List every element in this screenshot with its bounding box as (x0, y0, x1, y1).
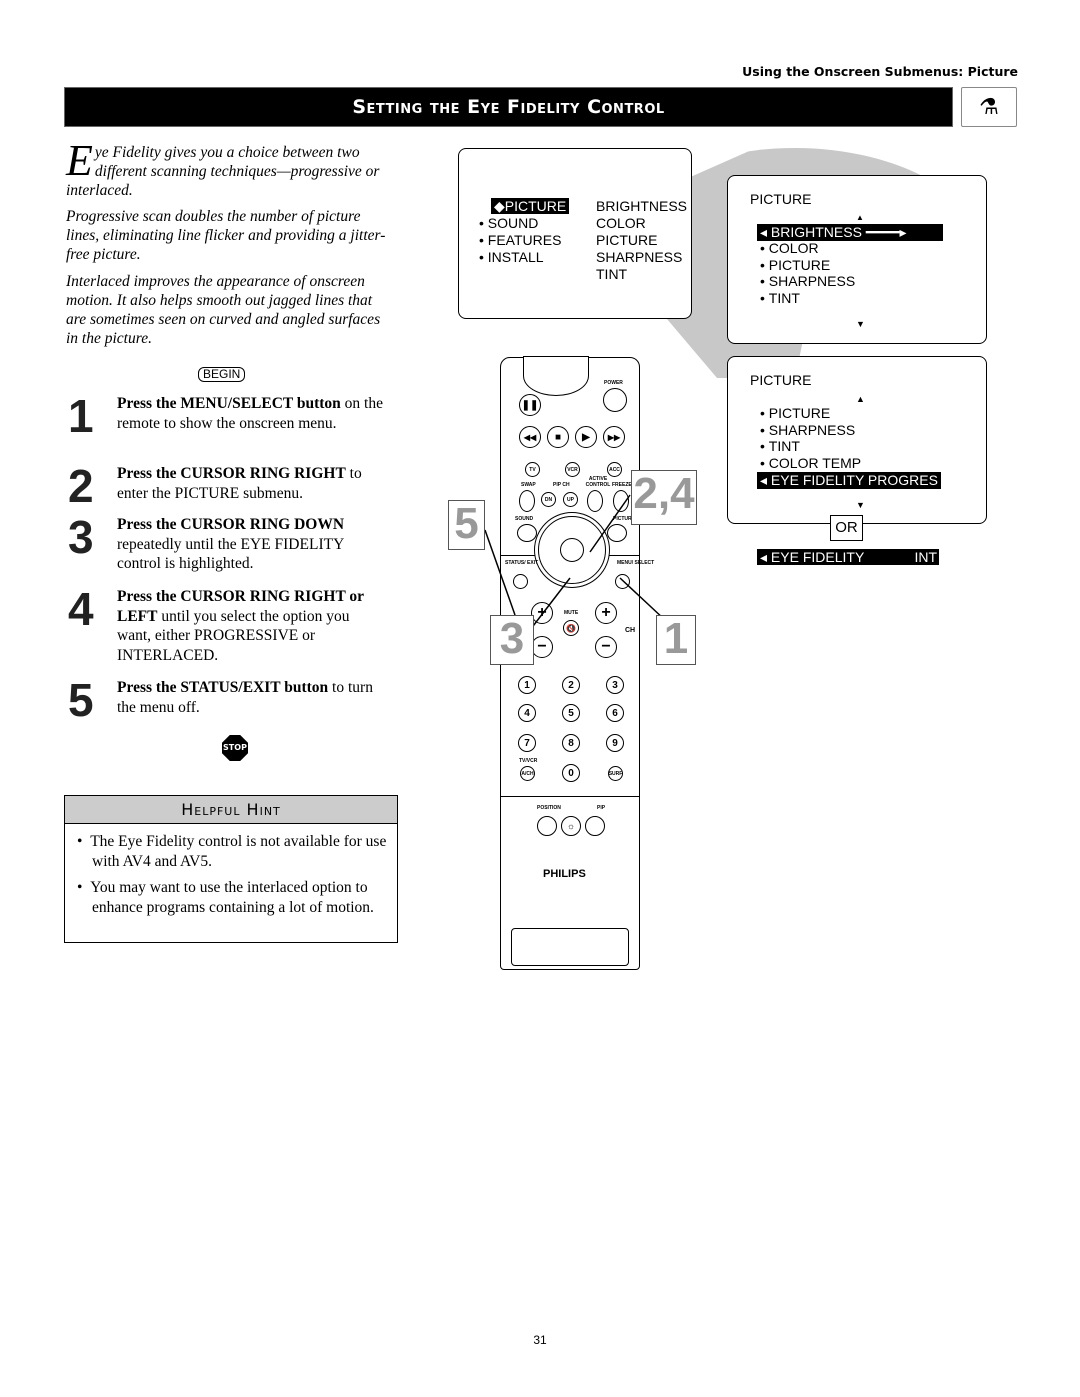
hint-title: Helpful Hint (65, 796, 397, 824)
digit-6-button[interactable]: 6 (606, 704, 624, 722)
digit-9-button[interactable]: 9 (606, 734, 624, 752)
picture-menu-eye-fidelity-screen: PICTURE ▲ • PICTURE • SHARPNESS • TINT •… (727, 356, 987, 524)
step-1: Press the MENU/SELECT button on the remo… (117, 394, 387, 433)
intro-paragraph-2: Progressive scan doubles the number of p… (66, 208, 386, 263)
philips-logo: PHILIPS (543, 868, 586, 880)
position-label: POSITION (537, 805, 561, 811)
step-detail: repeatedly until the EYE FIDELITY contro… (117, 535, 344, 573)
menu-item: • COLOR TEMP (760, 455, 862, 471)
digit-0-button[interactable]: 0 (562, 764, 580, 782)
remote-top-arc (523, 356, 589, 396)
or-label: OR (830, 515, 863, 541)
step-number: 2 (68, 460, 94, 512)
step-number: 1 (68, 390, 94, 442)
step-number: 3 (68, 511, 94, 563)
menu-item: • COLOR (760, 240, 819, 256)
dropcap: E (66, 136, 93, 185)
helpful-hint-box: Helpful Hint • The Eye Fidelity control … (64, 795, 398, 943)
alt-option-interlaced: ◂ EYE FIDELITY INT (757, 549, 939, 565)
menu-item: • SHARPNESS (760, 422, 856, 438)
hint-item: • You may want to use the interlaced opt… (77, 879, 374, 916)
begin-badge: BEGIN (198, 367, 246, 382)
submenu-preview: COLOR (596, 215, 646, 231)
step-number: 5 (68, 674, 94, 726)
remote-battery-cover (511, 928, 629, 966)
menu-item: • TINT (760, 290, 800, 306)
step-3: Press the CURSOR RING DOWN repeatedly un… (117, 515, 387, 574)
digit-5-button[interactable]: 5 (562, 704, 580, 722)
menu-item: • TINT (760, 438, 800, 454)
position-button[interactable] (537, 816, 557, 836)
figures-logo-icon: ⚗ (961, 87, 1017, 127)
step-5: Press the STATUS/EXIT button to turn the… (117, 678, 387, 717)
submenu-preview: SHARPNESS (596, 249, 683, 265)
callout-step-5: 5 (448, 500, 485, 550)
intro-text: ye Fidelity gives you a choice between t… (66, 144, 380, 199)
callout-step-1: 1 (656, 615, 696, 665)
submenu-preview: PICTURE (596, 232, 658, 248)
menu-item: • PICTURE (760, 257, 831, 273)
scroll-up-icon: ▲ (856, 394, 865, 404)
hint-item: • The Eye Fidelity control is not availa… (77, 833, 387, 870)
intro-paragraph-1: Eye Fidelity gives you a choice between … (66, 136, 386, 200)
step-number: 4 (68, 583, 94, 635)
step-4: Press the CURSOR RING RIGHT or LEFT unti… (117, 587, 387, 665)
menu-item-selected: ◆PICTURE (491, 198, 570, 214)
main-menu-screen: ◆PICTURE • SOUND • FEATURES • INSTALL BR… (458, 148, 692, 319)
a-ch-button[interactable]: A/CH (520, 766, 535, 781)
digit-8-button[interactable]: 8 (562, 734, 580, 752)
menu-item: • INSTALL (479, 249, 544, 265)
play-button[interactable]: ▶ (575, 426, 597, 448)
callout-step-2-4: 2,4 (631, 470, 697, 525)
step-action: Press the STATUS/EXIT button (117, 679, 329, 696)
pip-label: PIP (597, 805, 606, 811)
scroll-down-icon: ▼ (856, 319, 865, 329)
tv-vcr-label: TV/VCR (519, 758, 538, 764)
menu-item: • SOUND (479, 215, 539, 231)
stop-sign-icon: STOP (222, 735, 248, 761)
digit-7-button[interactable]: 7 (518, 734, 536, 752)
rewind-button[interactable]: ◀◀ (519, 426, 541, 448)
digit-4-button[interactable]: 4 (518, 704, 536, 722)
power-label: POWER (604, 380, 623, 386)
power-button[interactable] (603, 388, 627, 412)
section-header: Using the Onscreen Submenus: Picture (742, 64, 1018, 79)
submenu-preview: TINT (596, 266, 628, 282)
page-number: 31 (533, 1333, 547, 1347)
pip-light-icon[interactable]: ☼ (561, 816, 581, 836)
menu-item: • SHARPNESS (760, 273, 856, 289)
menu-title: PICTURE (750, 191, 812, 207)
picture-menu-screen: PICTURE ▲ ◂ BRIGHTNESS ━━━━▸ • COLOR • P… (727, 175, 987, 344)
step-action: Press the MENU/SELECT button (117, 395, 341, 412)
surf-button[interactable]: SURF (608, 766, 623, 781)
scroll-down-icon: ▼ (856, 500, 865, 510)
step-2: Press the CURSOR RING RIGHT to enter the… (117, 464, 387, 503)
submenu-preview: BRIGHTNESS (596, 198, 688, 214)
stop-button[interactable]: ■ (547, 426, 569, 448)
callout-step-3: 3 (490, 615, 534, 665)
step-action: Press the CURSOR RING RIGHT (117, 465, 346, 482)
menu-title: PICTURE (750, 372, 812, 388)
menu-item: • PICTURE (760, 405, 831, 421)
menu-item-selected: ◂ BRIGHTNESS ━━━━▸ (757, 224, 943, 241)
step-action: Press the CURSOR RING DOWN (117, 516, 345, 533)
remote-divider (501, 796, 639, 797)
menu-item: • FEATURES (479, 232, 562, 248)
menu-item-selected: ◂ EYE FIDELITY PROGRES (757, 472, 941, 489)
pip-button[interactable] (585, 816, 605, 836)
pause-button[interactable]: ❚❚ (519, 394, 541, 416)
fast-forward-button[interactable]: ▶▶ (603, 426, 625, 448)
page-title: Setting the Eye Fidelity Control (64, 87, 953, 127)
intro-paragraph-3: Interlaced improves the appearance of on… (66, 273, 381, 347)
